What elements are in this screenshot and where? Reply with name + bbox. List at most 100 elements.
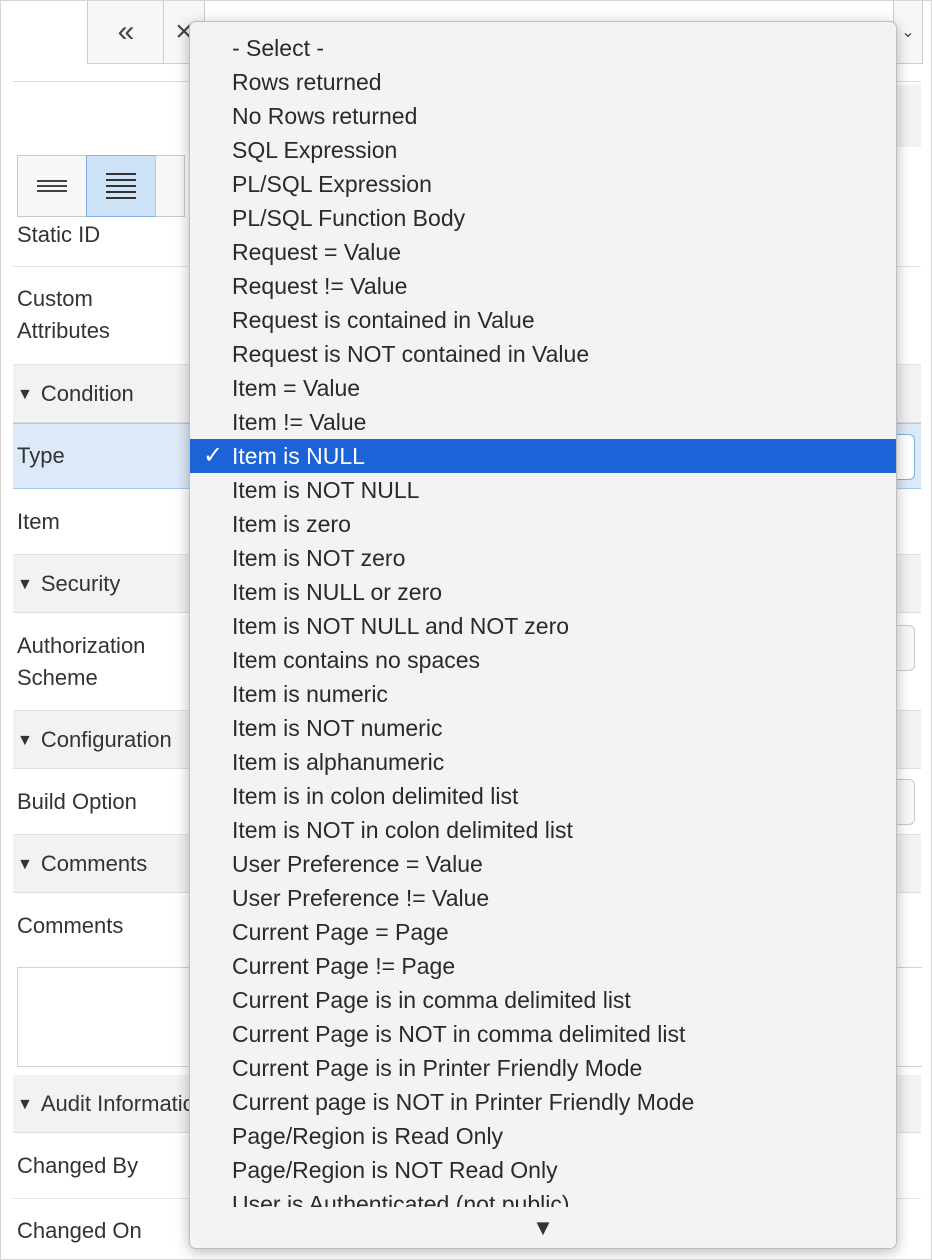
dropdown-option-label: Current Page is in Printer Friendly Mode: [232, 1055, 643, 1081]
changed-on-label: Changed On: [17, 1218, 142, 1243]
dropdown-option[interactable]: Current page is NOT in Printer Friendly …: [190, 1085, 896, 1119]
dropdown-option[interactable]: Page/Region is Read Only: [190, 1119, 896, 1153]
dropdown-option[interactable]: Request != Value: [190, 269, 896, 303]
audit-section-label: Audit Information: [40, 1091, 208, 1116]
compact-lines-icon: [37, 180, 67, 192]
dropdown-option-label: Item is NULL or zero: [232, 579, 443, 605]
dropdown-option-label: Rows returned: [232, 69, 382, 95]
dropdown-option[interactable]: Item is zero: [190, 507, 896, 541]
dropdown-option-label: PL/SQL Expression: [232, 171, 432, 197]
dropdown-option-label: Item is NOT NULL and NOT zero: [232, 613, 570, 639]
other-view-button[interactable]: [155, 155, 185, 217]
type-label: Type: [17, 443, 65, 468]
dropdown-option[interactable]: Item != Value: [190, 405, 896, 439]
configuration-section-label: Configuration: [40, 727, 172, 752]
scroll-down-arrow-icon[interactable]: ▼: [190, 1216, 896, 1240]
dropdown-option-label: Item is NOT in colon delimited list: [232, 817, 573, 843]
dropdown-option-label: - Select -: [232, 35, 325, 61]
dropdown-option-label: User is Authenticated (not public): [232, 1191, 570, 1207]
build-option-label: Build Option: [17, 789, 137, 814]
dropdown-option[interactable]: Item is alphanumeric: [190, 745, 896, 779]
compact-view-button[interactable]: [17, 155, 87, 217]
dropdown-option-label: Item is in colon delimited list: [232, 783, 519, 809]
dropdown-option[interactable]: Item is NOT zero: [190, 541, 896, 575]
dropdown-options-list: - Select - Rows returned No Rows returned S…: [190, 31, 896, 1207]
dropdown-option-label: Item is zero: [232, 511, 351, 537]
dropdown-option[interactable]: Item is in colon delimited list: [190, 779, 896, 813]
view-toggle-group: [17, 155, 185, 217]
dropdown-option-label: Current Page is NOT in comma delimited l…: [232, 1021, 686, 1047]
dropdown-option[interactable]: Current Page != Page: [190, 949, 896, 983]
dropdown-option[interactable]: Item is NULL or zero: [190, 575, 896, 609]
dropdown-option[interactable]: User is Authenticated (not public): [190, 1187, 896, 1207]
dropdown-option-label: Item is NOT zero: [232, 545, 406, 571]
authorization-label-line1: Authorization: [17, 633, 146, 658]
dropdown-option[interactable]: Current Page is NOT in comma delimited l…: [190, 1017, 896, 1051]
changed-by-label: Changed By: [17, 1153, 139, 1178]
dropdown-option[interactable]: Item is NOT NULL: [190, 473, 896, 507]
expanded-view-button[interactable]: [86, 155, 156, 217]
dropdown-option[interactable]: Item is NOT numeric: [190, 711, 896, 745]
dropdown-option[interactable]: SQL Expression: [190, 133, 896, 167]
dropdown-option-label: User Preference = Value: [232, 851, 483, 877]
dropdown-option[interactable]: User Preference = Value: [190, 847, 896, 881]
dropdown-option-label: Request is contained in Value: [232, 307, 535, 333]
dropdown-option[interactable]: Item is NOT in colon delimited list: [190, 813, 896, 847]
dropdown-option-label: Item is alphanumeric: [232, 749, 445, 775]
dropdown-option-label: No Rows returned: [232, 103, 418, 129]
checkmark-icon: ✓: [202, 442, 224, 469]
dropdown-option-label: Current page is NOT in Printer Friendly …: [232, 1089, 695, 1115]
dropdown-option[interactable]: Item is numeric: [190, 677, 896, 711]
triangle-down-icon: ▼: [17, 576, 33, 593]
dropdown-option[interactable]: ✓ Item is NULL: [190, 439, 896, 473]
triangle-down-icon: ▼: [17, 1096, 33, 1113]
comments-label: Comments: [17, 913, 124, 938]
dropdown-option[interactable]: Item is NOT NULL and NOT zero: [190, 609, 896, 643]
dropdown-option-label: Item = Value: [232, 375, 361, 401]
dropdown-option-label: Current Page is in comma delimited list: [232, 987, 631, 1013]
item-label: Item: [17, 509, 60, 534]
dropdown-option-label: Item is NULL: [232, 443, 365, 469]
authorization-label-line2: Scheme: [17, 665, 98, 690]
dropdown-option[interactable]: Current Page = Page: [190, 915, 896, 949]
dropdown-option[interactable]: No Rows returned: [190, 99, 896, 133]
dropdown-option-label: User Preference != Value: [232, 885, 490, 911]
dropdown-option[interactable]: - Select -: [190, 31, 896, 65]
dropdown-option-label: Current Page != Page: [232, 953, 456, 979]
dropdown-option-label: PL/SQL Function Body: [232, 205, 466, 231]
dropdown-option-label: SQL Expression: [232, 137, 398, 163]
triangle-down-icon: ▼: [17, 732, 33, 749]
dropdown-option[interactable]: Page/Region is NOT Read Only: [190, 1153, 896, 1187]
dropdown-option[interactable]: Item = Value: [190, 371, 896, 405]
dropdown-option-label: Item is NOT NULL: [232, 477, 420, 503]
dropdown-option-label: Request != Value: [232, 273, 408, 299]
dropdown-option[interactable]: PL/SQL Function Body: [190, 201, 896, 235]
dropdown-option-label: Item is numeric: [232, 681, 388, 707]
condition-type-dropdown[interactable]: - Select - Rows returned No Rows returned S…: [189, 21, 897, 1249]
filter-bar-edge: [893, 85, 921, 147]
dropdown-option-label: Request is NOT contained in Value: [232, 341, 590, 367]
dropdown-option[interactable]: Rows returned: [190, 65, 896, 99]
dropdown-option-label: Item is NOT numeric: [232, 715, 443, 741]
dropdown-option-label: Page/Region is Read Only: [232, 1123, 504, 1149]
dropdown-option-label: Page/Region is NOT Read Only: [232, 1157, 558, 1183]
triangle-down-icon: ▼: [17, 856, 33, 873]
comments-section-label: Comments: [40, 851, 148, 876]
dropdown-option[interactable]: Request is NOT contained in Value: [190, 337, 896, 371]
dropdown-option[interactable]: Current Page is in Printer Friendly Mode: [190, 1051, 896, 1085]
triangle-down-icon: ▼: [17, 386, 33, 403]
property-editor-window: « × ⌄ Static ID Custom Attributes ▼ Cond…: [0, 0, 932, 1260]
collapse-panel-button[interactable]: «: [87, 1, 165, 64]
dropdown-option[interactable]: PL/SQL Expression: [190, 167, 896, 201]
toolbar-menu-button[interactable]: ⌄: [893, 1, 923, 64]
dropdown-option[interactable]: Request is contained in Value: [190, 303, 896, 337]
double-chevron-left-icon: «: [117, 15, 135, 48]
dropdown-option-label: Item contains no spaces: [232, 647, 481, 673]
dropdown-option[interactable]: Item contains no spaces: [190, 643, 896, 677]
dropdown-option-label: Request = Value: [232, 239, 401, 265]
dropdown-option[interactable]: User Preference != Value: [190, 881, 896, 915]
condition-section-label: Condition: [40, 381, 134, 406]
custom-attributes-label-line1: Custom: [17, 286, 93, 311]
dropdown-option[interactable]: Current Page is in comma delimited list: [190, 983, 896, 1017]
dropdown-option[interactable]: Request = Value: [190, 235, 896, 269]
